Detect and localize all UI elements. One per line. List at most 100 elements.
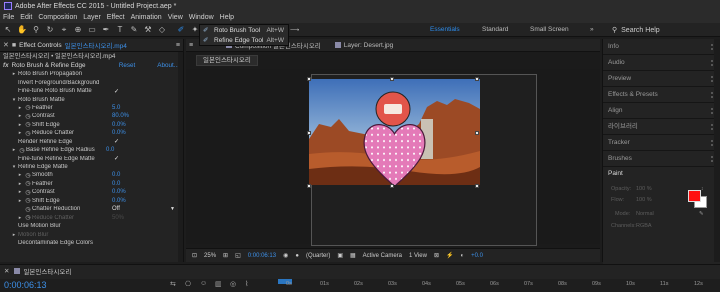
property-value[interactable]: 0.0 bbox=[112, 181, 120, 187]
transform-handle[interactable] bbox=[475, 77, 479, 81]
twirl-icon[interactable]: ▸ bbox=[16, 113, 24, 119]
effect-header[interactable]: fx Roto Brush & Refine Edge Reset About.… bbox=[0, 61, 183, 70]
property-row[interactable]: ▸ ◷ Shift Edge 0.0% bbox=[0, 197, 183, 205]
flow-value[interactable]: 100 % bbox=[636, 197, 652, 203]
mode-dropdown[interactable]: Normal bbox=[636, 211, 654, 217]
property-value[interactable]: 80.0% bbox=[112, 113, 129, 119]
stopwatch-icon[interactable]: ◷ bbox=[24, 172, 32, 179]
scrollbar[interactable] bbox=[178, 52, 183, 262]
menu-composition[interactable]: Composition bbox=[38, 14, 77, 21]
property-row[interactable]: Render Refine Edge ✓ bbox=[0, 138, 183, 146]
refine-edge-tool-item[interactable]: ✐ Refine Edge Tool Alt+W bbox=[200, 35, 288, 45]
time-ruler[interactable]: 0s 01s 02s 03s 04s 05s 06s 07s 08s 09s 10s 11s 12s bbox=[286, 281, 720, 291]
property-row[interactable]: ▸ ◷ Contrast 0.0% bbox=[0, 188, 183, 196]
stopwatch-icon[interactable]: ◷ bbox=[24, 113, 32, 120]
twirl-icon[interactable]: ▾ bbox=[10, 164, 18, 170]
property-row[interactable]: Use Motion Blur bbox=[0, 222, 183, 230]
close-icon[interactable]: ✕ bbox=[3, 41, 9, 49]
property-row[interactable]: ▸ ◷ Contrast 80.0% bbox=[0, 112, 183, 120]
magnification-dropdown[interactable]: 25% bbox=[204, 253, 216, 259]
transparency-grid-icon[interactable]: ▦ bbox=[350, 252, 356, 259]
fast-preview-icon[interactable]: ⚡ bbox=[446, 252, 453, 259]
property-row[interactable]: ▸ ◷ Reduce Chatter 0.0% bbox=[0, 129, 183, 137]
transform-handle[interactable] bbox=[307, 131, 311, 135]
fx-icon[interactable]: fx bbox=[3, 62, 9, 69]
frame-blending-icon[interactable]: ▥ bbox=[215, 280, 222, 288]
panel-0[interactable]: Info bbox=[603, 39, 720, 55]
panel-5[interactable]: 라이브러리 bbox=[603, 119, 720, 135]
property-checkbox[interactable]: ✓ bbox=[114, 88, 119, 95]
opacity-value[interactable]: 100 % bbox=[636, 186, 652, 192]
selection-tool-icon[interactable]: ↖ bbox=[3, 25, 13, 35]
workspace-standard[interactable]: Standard bbox=[482, 26, 508, 33]
rotate-tool-icon[interactable]: ↻ bbox=[45, 25, 55, 35]
about-button[interactable]: About... bbox=[157, 62, 179, 69]
search-help[interactable]: ⚲ Search Help bbox=[612, 24, 718, 36]
property-value[interactable]: 0.0% bbox=[112, 198, 126, 204]
zoom-tool-icon[interactable]: ⚲ bbox=[31, 25, 41, 35]
property-row[interactable]: ▸ ◷ Smooth 0.0 bbox=[0, 171, 183, 179]
effect-controls-tab[interactable]: ✕ ■ Effect Controls 일본인스타시오리.mp4 ≡ bbox=[0, 39, 183, 52]
property-row[interactable]: Fine-tune Roto Brush Matte ✓ bbox=[0, 87, 183, 95]
twirl-icon[interactable]: ▸ bbox=[16, 130, 24, 136]
eyedropper-icon[interactable]: ✎ bbox=[699, 211, 704, 217]
property-row[interactable]: ▸ ◷ Feather 5.0 bbox=[0, 104, 183, 112]
graph-editor-icon[interactable]: ⌇ bbox=[245, 280, 248, 288]
panel-1[interactable]: Audio bbox=[603, 55, 720, 71]
menu-window[interactable]: Window bbox=[189, 14, 214, 21]
stopwatch-icon[interactable]: ◷ bbox=[24, 180, 32, 187]
camera-dropdown[interactable]: Active Camera bbox=[363, 253, 402, 259]
current-time[interactable]: 0:00:06:13 bbox=[248, 253, 276, 259]
twirl-icon[interactable]: ▸ bbox=[16, 172, 24, 178]
property-value[interactable]: 0.0% bbox=[112, 189, 126, 195]
stopwatch-icon[interactable]: ◷ bbox=[18, 147, 26, 154]
chevron-down-icon[interactable]: ▼ bbox=[170, 206, 175, 212]
workspace-small-screen[interactable]: Small Screen bbox=[530, 26, 569, 33]
composition-viewer[interactable] bbox=[186, 69, 600, 246]
type-tool-icon[interactable]: T bbox=[115, 25, 125, 35]
timeline-tab[interactable]: ✕ 일본인스타시오리 bbox=[0, 265, 720, 276]
property-dropdown[interactable]: Off bbox=[112, 206, 120, 212]
property-row[interactable]: ▸ ◷ Base Refine Edge Radius 0.0 bbox=[0, 146, 183, 154]
toggle-pixel-icon[interactable]: ⊠ bbox=[434, 252, 439, 259]
stopwatch-icon[interactable]: ◷ bbox=[24, 130, 32, 137]
foreground-color-swatch[interactable] bbox=[688, 190, 701, 202]
property-row[interactable]: Invert Foreground/Background bbox=[0, 78, 183, 86]
stopwatch-icon[interactable]: ◷ bbox=[24, 189, 32, 196]
workspace-essentials[interactable]: Essentials bbox=[430, 26, 460, 33]
pen-tool-icon[interactable]: ✒ bbox=[101, 25, 111, 35]
property-row[interactable]: ▸ ◷ Shift Edge 0.0% bbox=[0, 121, 183, 129]
property-row[interactable]: ▸ Roto Brush Propagation bbox=[0, 70, 183, 78]
menu-layer[interactable]: Layer bbox=[83, 14, 101, 21]
twirl-icon[interactable]: ▾ bbox=[10, 97, 18, 103]
exposure-value[interactable]: +0.0 bbox=[471, 253, 483, 259]
transform-handle[interactable] bbox=[390, 77, 394, 81]
transform-handle[interactable] bbox=[307, 77, 311, 81]
property-row[interactable]: ▸ ◷ Reduce Chatter 50% bbox=[0, 213, 183, 222]
workspace-more-icon[interactable]: » bbox=[590, 26, 594, 33]
property-row[interactable]: Fine-tune Refine Edge Matte ✓ bbox=[0, 154, 183, 163]
reset-button[interactable]: Reset bbox=[119, 62, 135, 69]
menu-effect[interactable]: Effect bbox=[107, 14, 125, 21]
transform-handle[interactable] bbox=[307, 184, 311, 188]
snapshot-icon[interactable]: ◉ bbox=[283, 252, 288, 259]
twirl-icon[interactable]: ▸ bbox=[16, 122, 24, 128]
property-row[interactable]: ▾ Refine Edge Matte bbox=[0, 163, 183, 171]
tab-layer-desert[interactable]: Layer: Desert.jpg bbox=[334, 42, 393, 49]
camera-tool-icon[interactable]: ⌖ bbox=[59, 25, 69, 35]
exposure-icon[interactable]: ◐ bbox=[460, 253, 464, 259]
panel-4[interactable]: Align bbox=[603, 103, 720, 119]
property-value[interactable]: 0.0 bbox=[106, 147, 114, 153]
panel-3[interactable]: Effects & Presets bbox=[603, 87, 720, 103]
stopwatch-icon[interactable]: ◷ bbox=[24, 104, 32, 111]
panel-7[interactable]: Brushes bbox=[603, 151, 720, 167]
twirl-icon[interactable]: ▸ bbox=[10, 147, 18, 153]
menu-view[interactable]: View bbox=[168, 14, 183, 21]
toolbar-options-icon[interactable]: ⟶ bbox=[290, 26, 299, 34]
property-row[interactable]: ▸ Motion Blur bbox=[0, 230, 183, 238]
property-row[interactable]: Decontaminate Edge Colors bbox=[0, 239, 183, 247]
hand-tool-icon[interactable]: ✋ bbox=[17, 25, 27, 35]
scrollbar[interactable] bbox=[714, 39, 720, 262]
twirl-icon[interactable]: ▸ bbox=[16, 105, 24, 111]
stopwatch-icon[interactable]: ◷ bbox=[24, 214, 32, 221]
